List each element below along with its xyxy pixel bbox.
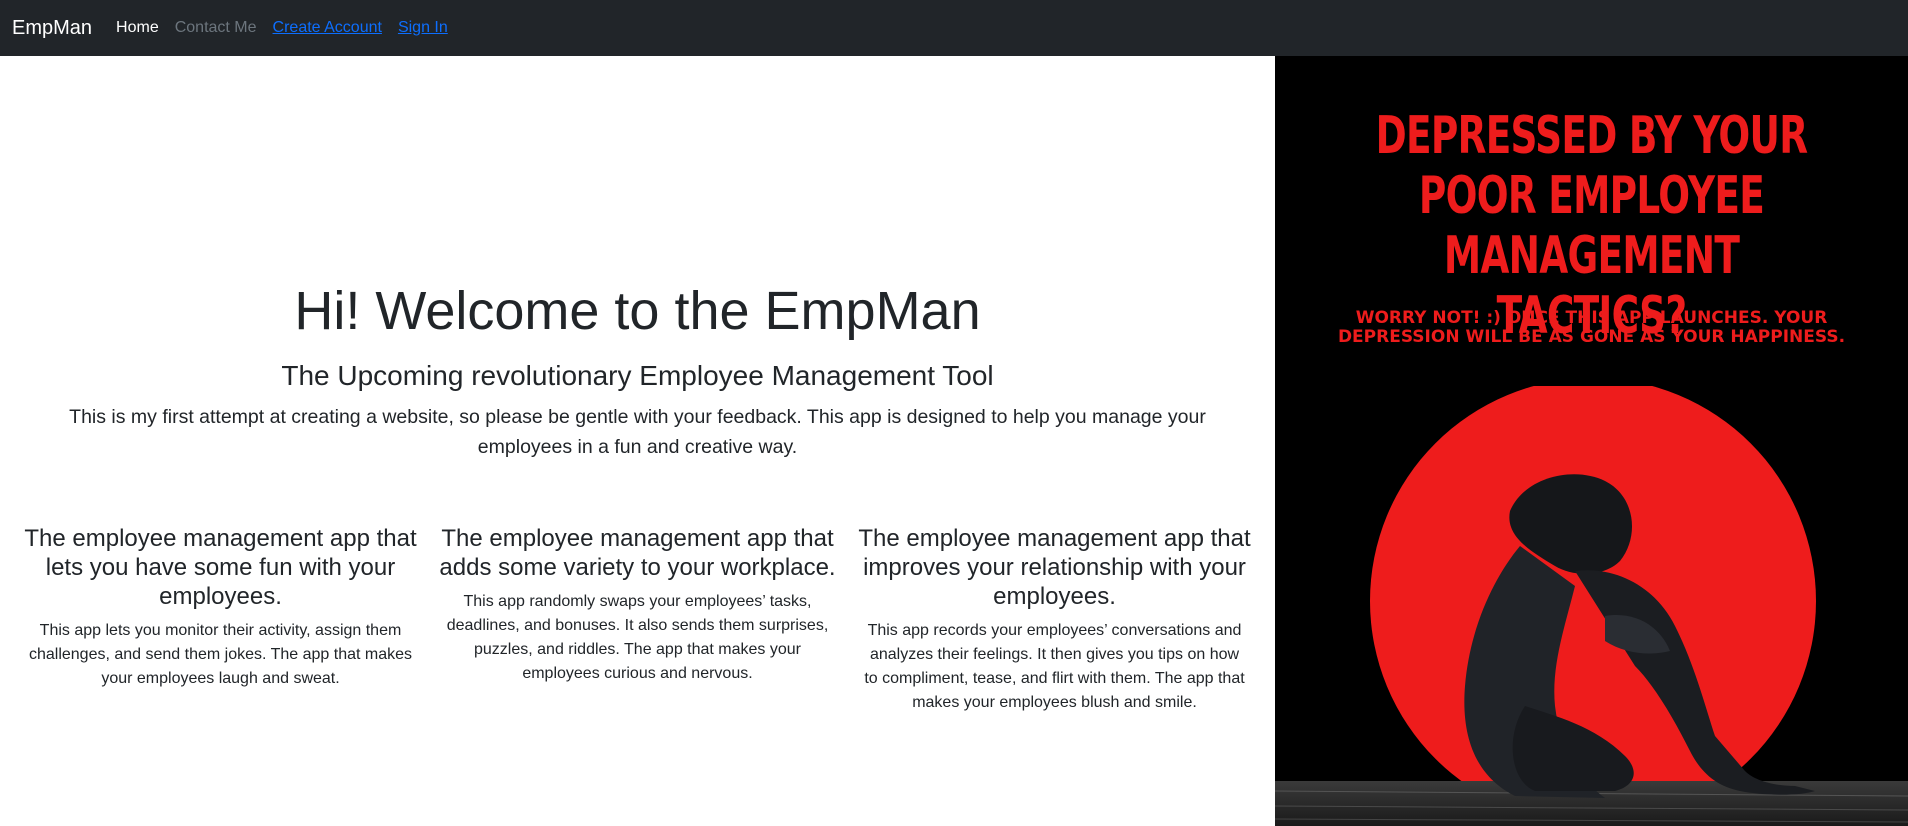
hero-title: Hi! Welcome to the EmpMan bbox=[294, 281, 981, 341]
nav-link-create-account[interactable]: Create Account bbox=[273, 19, 382, 37]
brand-logo[interactable]: EmpMan bbox=[12, 17, 92, 40]
feature-card: The employee management app that lets yo… bbox=[18, 524, 423, 691]
hero-text: This is my first attempt at creating a w… bbox=[69, 406, 1206, 458]
nav-link-sign-in[interactable]: Sign In bbox=[398, 19, 448, 37]
nav-link-contact-me[interactable]: Contact Me bbox=[175, 19, 257, 37]
hero-subtitle: The Upcoming revolutionary Employee Mana… bbox=[281, 360, 994, 391]
poster-subline: WORRY NOT! :) ONCE THIS APP LAUNCHES. YO… bbox=[1337, 308, 1846, 347]
nav-link-home[interactable]: Home bbox=[116, 19, 159, 37]
feature-body: This app randomly swaps your employees’ … bbox=[446, 593, 829, 682]
main-content: Hi! Welcome to the EmpMan The Upcoming r… bbox=[0, 56, 1275, 826]
sad-figure-illustration bbox=[1275, 386, 1908, 826]
feature-heading: The employee management app that lets yo… bbox=[24, 525, 417, 610]
feature-heading: The employee management app that improve… bbox=[858, 525, 1251, 610]
feature-heading: The employee management app that adds so… bbox=[439, 525, 836, 581]
feature-body: This app lets you monitor their activity… bbox=[28, 622, 413, 687]
feature-body: This app records your employees’ convers… bbox=[864, 622, 1245, 711]
feature-card: The employee management app that adds so… bbox=[435, 524, 840, 686]
navbar: EmpMan Home Contact Me Create Account Si… bbox=[0, 0, 1908, 56]
feature-card: The employee management app that improve… bbox=[852, 524, 1257, 715]
promo-poster: DEPRESSED BY YOUR POOR EMPLOYEE MANAGEME… bbox=[1275, 56, 1908, 826]
